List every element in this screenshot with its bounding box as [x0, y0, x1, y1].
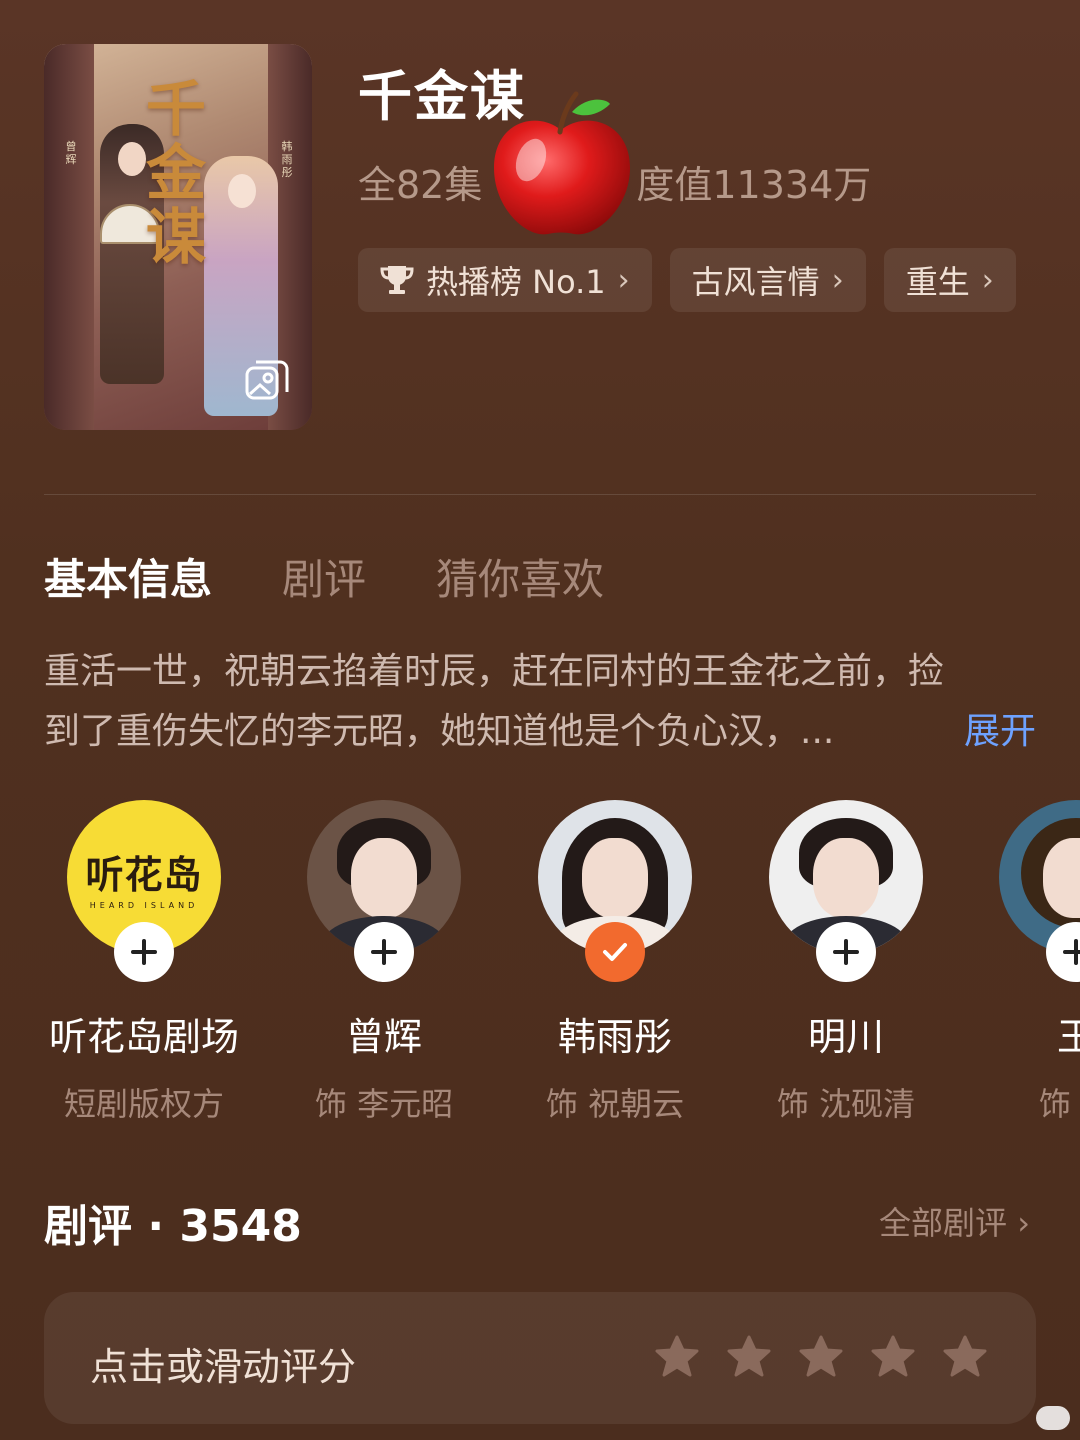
cast-item[interactable]: 听花岛 HEARD ISLAND 听花岛剧场 短剧版权方 [44, 800, 244, 1120]
tag-hot-rank[interactable]: 热播榜 No.1 › [358, 248, 652, 312]
star-icon[interactable] [942, 1334, 988, 1380]
expand-link[interactable]: 展开 [964, 702, 1036, 762]
star-icon[interactable] [798, 1334, 844, 1380]
brand-logo-text: 听花岛 [85, 853, 203, 897]
tab-reviews[interactable]: 剧评 [282, 546, 366, 607]
cast-role: 饰 王 [1038, 1085, 1080, 1120]
cast-item[interactable]: 韩雨彤 饰 祝朝云 [515, 800, 715, 1120]
cast-name: 曾辉 [345, 1015, 422, 1059]
synopsis: 重活一世，祝朝云掐着时辰，赶在同村的王金花之前，捡到了重伤失忆的李元昭，她知道他… [44, 642, 1036, 762]
trophy-icon [380, 266, 414, 294]
chevron-right-icon: › [831, 262, 844, 298]
followed-badge[interactable] [585, 922, 645, 982]
cast-item[interactable]: 王 饰 王 [976, 800, 1080, 1120]
gallery-icon[interactable] [244, 358, 290, 404]
episode-count: 全82集 [358, 163, 483, 207]
star-icon[interactable] [726, 1334, 772, 1380]
plus-icon [833, 939, 859, 965]
apple-sticker [494, 91, 630, 235]
tag-label: 古风言情 [691, 263, 820, 301]
poster-side-tag-left: 曾 辉 [65, 140, 77, 166]
plus-icon [371, 939, 397, 965]
tab-basic-info[interactable]: 基本信息 [44, 546, 212, 607]
tag-genre[interactable]: 古风言情 › [669, 248, 866, 312]
follow-button[interactable] [114, 922, 174, 982]
cast-name: 王 [1056, 1015, 1080, 1059]
cast-item[interactable]: 曾辉 饰 李元昭 [284, 800, 484, 1120]
watermark-badge [1036, 1406, 1070, 1430]
cast-name: 韩雨彤 [557, 1015, 672, 1059]
chevron-right-icon: › [981, 262, 994, 298]
drama-poster[interactable]: 千金谋 曾 辉 韩雨彤 [44, 44, 312, 430]
poster-curtain-left [44, 44, 94, 430]
checkmark-icon [603, 943, 627, 961]
tag-label: 重生 [905, 263, 970, 301]
detail-tabs: 基本信息 剧评 猜你喜欢 [44, 546, 604, 607]
plus-icon [131, 939, 157, 965]
reviews-heading: 剧评 · 3548 [44, 1201, 302, 1252]
plus-icon [1063, 939, 1080, 965]
chevron-right-icon: › [617, 262, 630, 298]
cast-role: 饰 祝朝云 [545, 1085, 685, 1120]
poster-title-art: 千金谋 [146, 75, 206, 273]
tag-label: 热播榜 No.1 [426, 263, 606, 301]
tab-recommend[interactable]: 猜你喜欢 [436, 546, 604, 607]
tag-rebirth[interactable]: 重生 › [883, 248, 1016, 312]
follow-button[interactable] [354, 922, 414, 982]
poster-side-tag-right: 韩雨彤 [281, 140, 293, 179]
tag-row: 热播榜 No.1 › 古风言情 › 重生 › [358, 248, 1016, 312]
cast-role: 饰 沈砚清 [776, 1085, 916, 1120]
cast-role: 饰 李元昭 [314, 1085, 454, 1120]
cast-item[interactable]: 明川 饰 沈砚清 [746, 800, 946, 1120]
heat-value: 度值11334万 [636, 163, 872, 207]
brand-logo-subtext: HEARD ISLAND [89, 901, 199, 910]
synopsis-text: 重活一世，祝朝云掐着时辰，赶在同村的王金花之前，捡到了重伤失忆的李元昭，她知道他… [44, 651, 945, 752]
section-divider [44, 494, 1036, 495]
star-rating[interactable] [654, 1334, 988, 1380]
cast-role: 短剧版权方 [63, 1085, 224, 1120]
cast-list[interactable]: 听花岛 HEARD ISLAND 听花岛剧场 短剧版权方 曾辉 饰 李元昭 韩雨… [44, 800, 1080, 1120]
cast-name: 明川 [807, 1015, 884, 1059]
cast-name: 听花岛剧场 [48, 1015, 239, 1059]
star-icon[interactable] [654, 1334, 700, 1380]
follow-button[interactable] [816, 922, 876, 982]
rating-panel[interactable]: 点击或滑动评分 [44, 1292, 1036, 1424]
rating-prompt: 点击或滑动评分 [90, 1345, 357, 1389]
star-icon[interactable] [870, 1334, 916, 1380]
all-reviews-link[interactable]: 全部剧评 › [879, 1198, 1030, 1244]
